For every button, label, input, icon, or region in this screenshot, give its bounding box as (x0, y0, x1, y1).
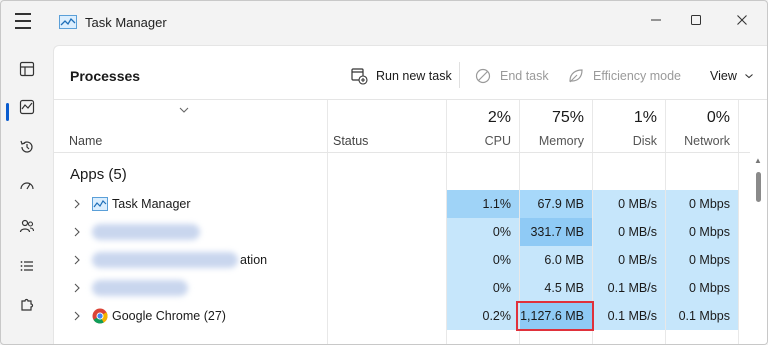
memory-cell: 331.7 MB (520, 218, 592, 246)
services-puzzle-icon (21, 298, 34, 311)
cpu-cell: 0% (447, 218, 519, 246)
expand-chevron-icon[interactable] (72, 310, 82, 322)
memory-highlight-box (516, 301, 594, 331)
task-manager-app-icon (59, 15, 77, 29)
cpu-cell: 1.1% (447, 190, 519, 218)
minimize-icon (651, 19, 661, 21)
network-total-percent[interactable]: 0% (666, 109, 730, 127)
efficiency-mode-button[interactable]: Efficiency mode (567, 65, 681, 87)
chevron-down-icon (745, 74, 753, 79)
view-dropdown[interactable]: View (710, 65, 754, 87)
hamburger-menu-icon[interactable] (15, 13, 37, 31)
process-name: Task Manager (112, 197, 191, 211)
processes-panel: Processes Run new task End task Efficien… (53, 45, 767, 344)
run-new-task-label: Run new task (376, 69, 452, 83)
process-name-fragment: ation (240, 253, 268, 267)
process-row[interactable]: ation 0% 6.0 MB 0 MB/s 0 Mbps (54, 246, 750, 274)
disk-cell: 0.1 MB/s (593, 302, 665, 330)
disk-cell: 0 MB/s (593, 190, 665, 218)
memory-cell: 67.9 MB (520, 190, 592, 218)
network-cell: 0.1 Mbps (666, 302, 738, 330)
task-manager-window: Task Manager Processes Run new task End … (0, 0, 768, 345)
column-header-disk[interactable]: Disk (593, 134, 657, 148)
nav-details[interactable] (13, 252, 41, 280)
leaf-icon (569, 69, 583, 83)
performance-icon (19, 99, 35, 115)
column-header-memory[interactable]: Memory (520, 134, 584, 148)
nav-performance[interactable] (13, 93, 41, 121)
blurred-process-name (92, 224, 200, 240)
minimize-button[interactable] (641, 7, 671, 33)
page-title: Processes (70, 68, 141, 84)
memory-cell: 6.0 MB (520, 246, 592, 274)
users-icon (19, 219, 35, 233)
network-cell: 0 Mbps (666, 274, 738, 302)
active-indicator (6, 103, 9, 121)
chrome-icon (92, 308, 108, 324)
close-button[interactable] (727, 7, 757, 33)
close-icon (737, 15, 747, 25)
sort-chevron-icon[interactable] (178, 106, 190, 114)
cpu-cell: 0% (447, 274, 519, 302)
run-new-task-button[interactable]: Run new task (350, 65, 452, 87)
cpu-cell: 0.2% (447, 302, 519, 330)
network-cell: 0 Mbps (666, 246, 738, 274)
disk-cell: 0 MB/s (593, 218, 665, 246)
maximize-icon (691, 15, 701, 25)
blurred-process-name (92, 252, 238, 268)
toolbar-divider (459, 62, 460, 88)
window-title: Task Manager (85, 15, 167, 30)
nav-startup-apps[interactable] (13, 172, 41, 200)
process-row[interactable]: 0% 4.5 MB 0.1 MB/s 0 Mbps (54, 274, 750, 302)
process-row[interactable]: Task Manager 1.1% 67.9 MB 0 MB/s 0 Mbps (54, 190, 750, 218)
apps-group-header: Apps (5) (70, 166, 127, 183)
process-row[interactable]: Google Chrome (27) 0.2% 1,127.6 MB 0.1 M… (54, 302, 750, 330)
memory-total-percent[interactable]: 75% (520, 109, 584, 127)
nav-processes[interactable] (13, 55, 41, 83)
expand-chevron-icon[interactable] (72, 198, 82, 210)
toolbar-bottom-border (54, 99, 767, 100)
header-bottom-border (54, 152, 750, 153)
end-task-button[interactable]: End task (474, 65, 549, 87)
end-task-icon (475, 68, 491, 84)
scrollbar-thumb[interactable] (756, 172, 761, 202)
cpu-total-percent[interactable]: 2% (447, 109, 511, 127)
expand-chevron-icon[interactable] (72, 282, 82, 294)
process-name: Google Chrome (27) (112, 309, 226, 323)
view-label: View (710, 69, 737, 83)
network-cell: 0 Mbps (666, 218, 738, 246)
expand-chevron-icon[interactable] (72, 254, 82, 266)
nav-users[interactable] (13, 212, 41, 240)
run-task-icon (351, 68, 368, 85)
column-header-network[interactable]: Network (666, 134, 730, 148)
history-icon (20, 140, 33, 153)
column-header-cpu[interactable]: CPU (447, 134, 511, 148)
column-header-status[interactable]: Status (333, 134, 368, 148)
memory-cell: 4.5 MB (520, 274, 592, 302)
title-bar: Task Manager (1, 1, 767, 39)
scroll-up-arrow-icon[interactable]: ▲ (754, 156, 762, 165)
nav-services[interactable] (13, 291, 41, 319)
disk-cell: 0.1 MB/s (593, 274, 665, 302)
blurred-process-name (92, 280, 188, 296)
startup-gauge-icon (20, 182, 34, 190)
efficiency-mode-label: Efficiency mode (593, 69, 682, 83)
disk-cell: 0 MB/s (593, 246, 665, 274)
column-header-name[interactable]: Name (69, 134, 102, 148)
process-row[interactable]: 0% 331.7 MB 0 MB/s 0 Mbps (54, 218, 750, 246)
end-task-label: End task (500, 69, 549, 83)
task-manager-icon (92, 197, 108, 211)
disk-total-percent[interactable]: 1% (593, 109, 657, 127)
network-cell: 0 Mbps (666, 190, 738, 218)
nav-app-history[interactable] (13, 133, 41, 161)
left-navigation (1, 45, 53, 344)
details-list-icon (20, 261, 33, 271)
expand-chevron-icon[interactable] (72, 226, 82, 238)
cpu-cell: 0% (447, 246, 519, 274)
processes-icon (19, 61, 35, 77)
maximize-button[interactable] (681, 7, 711, 33)
